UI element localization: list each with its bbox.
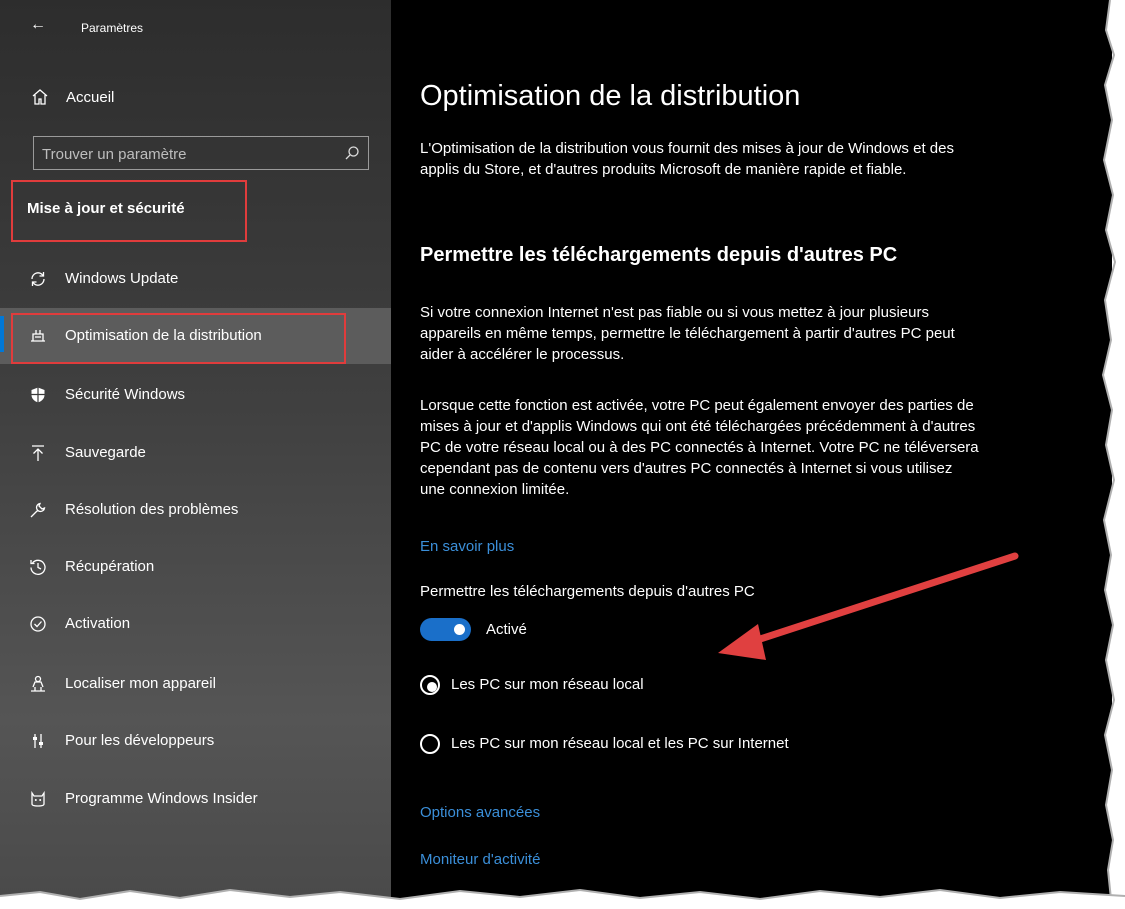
torn-edge-right [1096, 0, 1125, 909]
torn-edge-bottom [0, 888, 1125, 909]
settings-window: ← Paramètres Accueil Mise à jour et sécu… [0, 0, 1112, 900]
annotation-arrow [718, 552, 1019, 660]
